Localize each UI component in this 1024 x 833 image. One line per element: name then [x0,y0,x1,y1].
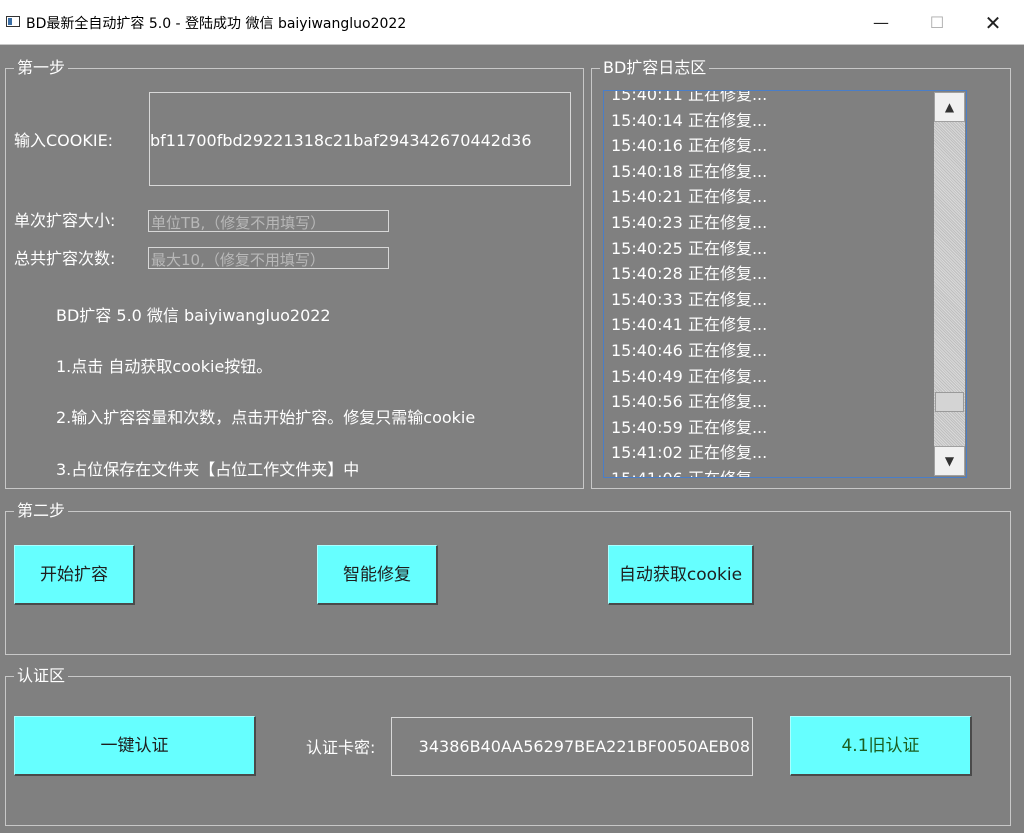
old-auth-button[interactable]: 4.1旧认证 [790,716,972,776]
log-entry: 15:40:56 正在修复... [611,392,768,412]
info-line: 1.点击 自动获取cookie按钮。 [56,357,273,376]
info-line: 3.占位保存在文件夹【占位工作文件夹】中 [56,460,360,479]
cookie-label: 输入COOKIE: [14,131,114,150]
count-label: 总共扩容次数: [14,249,116,268]
info-line: 2.输入扩容容量和次数，点击开始扩容。修复只需输cookie [56,408,476,427]
log-entry: 15:40:14 正在修复... [611,110,768,130]
cookie-value: bf11700fbd29221318c21baf294342670442d36 [150,131,532,150]
close-button[interactable]: ✕ [970,8,1016,38]
auto-get-cookie-button[interactable]: 自动获取cookie [608,545,754,605]
log-entry: 15:40:41 正在修复... [611,315,768,335]
log-entry: 15:40:28 正在修复... [611,264,768,284]
log-entry: 15:40:33 正在修复... [611,289,768,309]
log-entry: 15:40:16 正在修复... [611,136,768,156]
log-lines: 15:40:11 正在修复... 15:40:14 正在修复... 15:40:… [611,90,931,477]
minimize-button[interactable]: — [858,8,904,38]
log-entry: 15:40:59 正在修复... [611,417,768,437]
auth-key-value: 34386B40AA56297BEA221BF0050AEB08 [418,737,750,756]
count-input[interactable]: 最大10,（修复不用填写） [148,247,389,269]
log-entry: 15:40:18 正在修复... [611,161,768,181]
log-title: BD扩容日志区 [600,58,710,78]
log-entry: 15:40:21 正在修复... [611,187,768,207]
scroll-down-button[interactable]: ▼ [934,446,965,476]
log-entry: 15:40:49 正在修复... [611,366,768,386]
scroll-up-button[interactable]: ▲ [934,92,965,122]
step2-title: 第二步 [14,501,69,521]
auth-title: 认证区 [14,666,69,686]
scroll-thumb[interactable] [935,392,964,412]
log-entry: 15:40:11 正在修复... [611,90,768,104]
smart-repair-button[interactable]: 智能修复 [317,545,438,605]
size-input[interactable]: 单位TB,（修复不用填写） [148,210,389,232]
count-placeholder: 最大10,（修复不用填写） [151,251,325,269]
title-bar: BD最新全自动扩容 5.0 - 登陆成功 微信 baiyiwangluo2022… [0,0,1024,45]
info-line: BD扩容 5.0 微信 baiyiwangluo2022 [56,306,331,325]
step2-group: 第二步 [5,501,1011,655]
start-expand-button[interactable]: 开始扩容 [14,545,135,605]
log-scrollbar[interactable]: ▲ ▼ [934,92,965,476]
size-placeholder: 单位TB,（修复不用填写） [151,214,326,232]
log-entry: 15:41:06 正在修复... [611,466,931,477]
app-icon [6,16,20,27]
log-entry: 15:40:25 正在修复... [611,238,768,258]
maximize-button[interactable]: ☐ [914,8,960,38]
log-list[interactable]: 15:40:11 正在修复... 15:40:14 正在修复... 15:40:… [603,90,967,478]
window-title: BD最新全自动扩容 5.0 - 登陆成功 微信 baiyiwangluo2022 [26,16,407,32]
auth-key-input[interactable]: 34386B40AA56297BEA221BF0050AEB08 [391,717,753,776]
log-entry: 15:40:23 正在修复... [611,212,768,232]
log-entry: 15:41:02 正在修复... [611,443,768,463]
auth-key-label: 认证卡密: [306,738,376,757]
size-label: 单次扩容大小: [14,211,116,230]
step1-title: 第一步 [14,58,69,78]
log-entry: 15:40:46 正在修复... [611,340,768,360]
one-click-auth-button[interactable]: 一键认证 [14,716,256,776]
cookie-input[interactable]: bf11700fbd29221318c21baf294342670442d36 [149,92,571,186]
